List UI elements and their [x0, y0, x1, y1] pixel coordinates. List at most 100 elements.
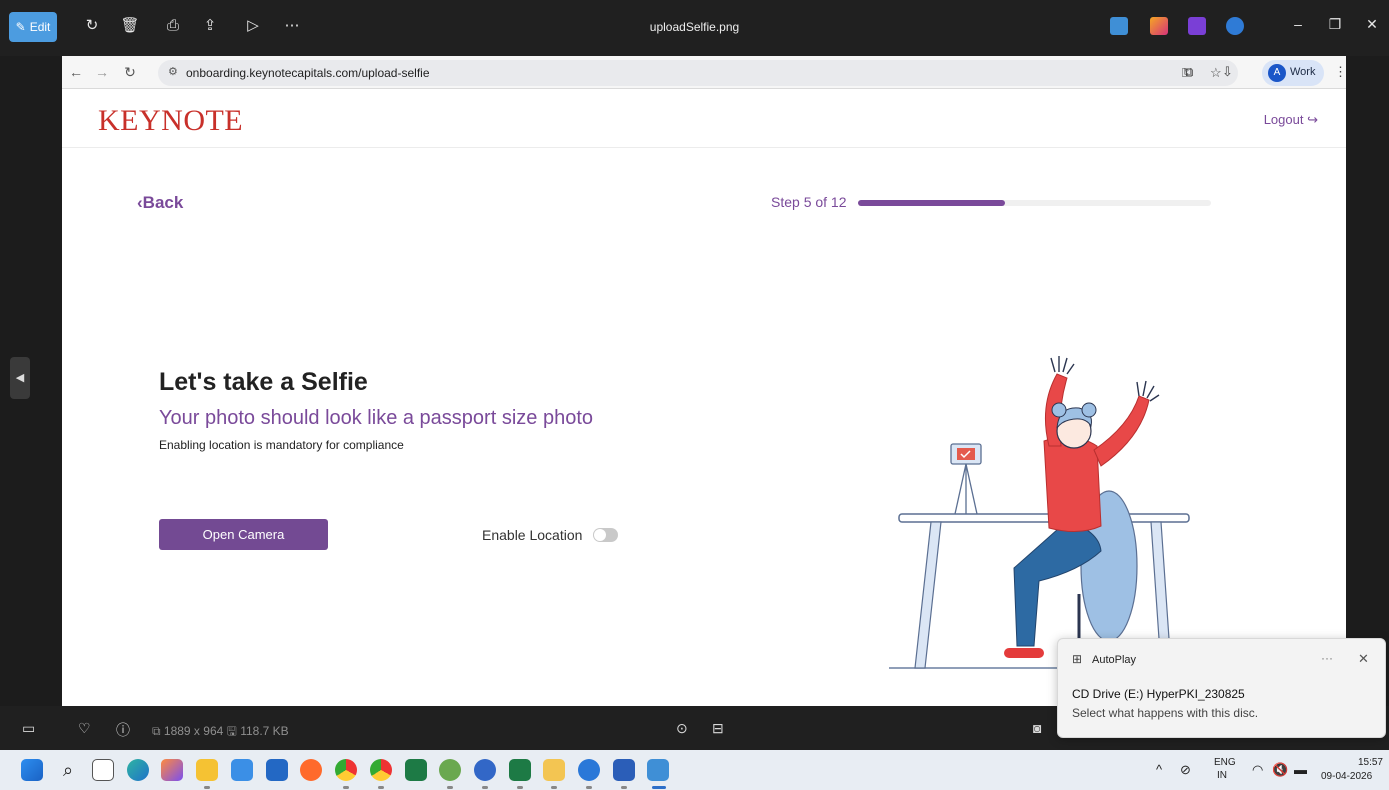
image-dimensions: 1889 x 964 [163, 724, 224, 738]
toast-close-icon[interactable]: ✕ [1358, 651, 1369, 667]
toast-app-name: AutoPlay [1092, 654, 1137, 666]
site-header: KEYNOTE Logout ↪ [62, 90, 1346, 148]
open-camera-button[interactable]: Open Camera [159, 519, 328, 550]
volume-muted-icon[interactable]: 🔇 [1272, 762, 1288, 778]
logout-label: Logout [1263, 112, 1304, 127]
favorite-heart-icon[interactable]: ♡ [78, 720, 91, 737]
language-primary[interactable]: ENG [1214, 757, 1236, 768]
file-explorer-icon[interactable] [196, 759, 218, 781]
logout-link[interactable]: Logout ↪ [1264, 112, 1318, 128]
toggle-knob [594, 529, 606, 541]
autoplay-notification[interactable]: ⊞ AutoPlay ··· ✕ CD Drive (E:) HyperPKI_… [1057, 638, 1386, 738]
minimize-icon[interactable]: – [1288, 16, 1308, 32]
photos-app-icon[interactable] [1110, 17, 1128, 35]
autoplay-icon: ⊞ [1072, 652, 1083, 666]
edge-icon[interactable] [127, 759, 149, 781]
downloads-icon[interactable]: ⇩ [1222, 64, 1233, 80]
clock-date[interactable]: 09-04-2026 [1321, 771, 1372, 782]
address-bar[interactable]: ⚙ onboarding.keynotecapitals.com/upload-… [158, 60, 1238, 86]
toast-body: Select what happens with this disc. [1072, 706, 1259, 720]
running-indicator [551, 786, 557, 789]
zoom-fit-icon[interactable]: ⊙ [676, 720, 688, 737]
profile-button[interactable]: A Work [1262, 60, 1324, 86]
back-link[interactable]: ‹Back [137, 193, 183, 213]
filmstrip-icon[interactable]: ▭ [22, 720, 35, 737]
site-logo[interactable]: KEYNOTE [98, 104, 243, 138]
close-icon[interactable]: ✕ [1362, 16, 1382, 33]
b-app-icon[interactable] [92, 759, 114, 781]
reload-icon[interactable]: ↻ [122, 64, 138, 81]
site-info-icon[interactable]: ⚙ [168, 65, 178, 78]
info-icon[interactable]: ⓘ [116, 720, 130, 740]
browser-window: ← → ↻ ⚙ onboarding.keynotecapitals.com/u… [62, 56, 1346, 706]
location-toggle[interactable] [593, 528, 618, 542]
step-indicator: Step 5 of 12 [771, 194, 847, 210]
running-indicator [621, 786, 627, 789]
excel-icon[interactable] [405, 759, 427, 781]
toast-title: CD Drive (E:) HyperPKI_230825 [1072, 687, 1245, 701]
running-indicator [204, 786, 210, 789]
running-indicator [517, 786, 523, 789]
chevron-up-icon[interactable]: ^ [1156, 762, 1162, 777]
viewer-toolbar: ✎ Edit ↻ 🗑 ⎙ ⇪ ▷ ⋯ uploadSelfie.png – ❐ … [0, 0, 1389, 56]
copilot-icon[interactable] [161, 759, 183, 781]
excel-file-icon[interactable] [509, 759, 531, 781]
app-icon-13[interactable] [474, 759, 496, 781]
store-icon[interactable] [266, 759, 288, 781]
progress-bar [858, 200, 1211, 206]
taskbar: ⌕ ^ ⊘ ENG IN ◠ 🔇 ▬ 15:57 09-04-2026 [0, 750, 1389, 790]
word-icon[interactable] [613, 759, 635, 781]
url-text[interactable]: onboarding.keynotecapitals.com/upload-se… [186, 66, 430, 80]
active-indicator [652, 786, 666, 789]
file-size-icon: 🖫 [226, 724, 241, 738]
running-indicator [447, 786, 453, 789]
enable-location-label: Enable Location [482, 527, 583, 543]
sync-off-icon[interactable]: ⊘ [1180, 762, 1191, 778]
start-icon[interactable] [21, 759, 43, 781]
search-icon[interactable]: ⌕ [57, 759, 79, 781]
app-icon-16[interactable] [578, 759, 600, 781]
chrome-profile-icon[interactable] [370, 759, 392, 781]
language-secondary[interactable]: IN [1217, 770, 1227, 781]
clock-time[interactable]: 15:57 [1351, 757, 1383, 768]
clipchamp-icon[interactable] [1150, 17, 1168, 35]
compliance-note: Enabling location is mandatory for compl… [159, 438, 404, 452]
previous-image-button[interactable]: ◀ [10, 357, 30, 399]
avatar: A [1268, 64, 1286, 82]
image-info: ⧉ 1889 x 964 🖫 118.7 KB [152, 722, 289, 743]
restore-icon[interactable]: ❐ [1325, 16, 1345, 33]
screenshot-icon[interactable]: ◙ [1033, 720, 1041, 736]
wifi-icon[interactable]: ◠ [1252, 762, 1263, 778]
dimensions-icon: ⧉ [152, 724, 164, 738]
file-name: uploadSelfie.png [649, 20, 740, 34]
back-arrow-icon[interactable]: ← [68, 64, 84, 80]
running-indicator [482, 786, 488, 789]
firefox-icon[interactable] [300, 759, 322, 781]
forward-arrow-icon[interactable]: → [94, 64, 110, 80]
text-extract-icon[interactable]: ⊟ [712, 720, 724, 737]
browser-toolbar: ← → ↻ ⚙ onboarding.keynotecapitals.com/u… [62, 56, 1346, 89]
app-icon-12[interactable] [439, 759, 461, 781]
onedrive-icon[interactable] [1226, 17, 1244, 35]
battery-icon[interactable]: ▬ [1294, 762, 1307, 777]
photos-icon[interactable] [647, 759, 669, 781]
progress-fill [858, 200, 1006, 206]
app-icon-15[interactable] [543, 759, 565, 781]
bookmark-star-icon[interactable]: ☆ [1210, 65, 1222, 81]
page-subtitle: Your photo should look like a passport s… [159, 407, 593, 429]
running-indicator [586, 786, 592, 789]
back-label: Back [142, 193, 184, 212]
more-options-icon[interactable]: ··· [1321, 651, 1333, 665]
page-title: Let's take a Selfie [159, 368, 368, 396]
profile-label: Work [1290, 66, 1316, 78]
file-size: 118.7 KB [240, 724, 289, 738]
running-indicator [378, 786, 384, 789]
selfie-illustration [889, 356, 1199, 669]
chrome-icon[interactable] [335, 759, 357, 781]
extensions-icon[interactable]: ⧉ [1184, 64, 1193, 80]
app-icon-6[interactable] [231, 759, 253, 781]
running-indicator [343, 786, 349, 789]
video-editor-icon[interactable] [1188, 17, 1206, 35]
menu-icon[interactable]: ⋮ [1334, 64, 1346, 80]
logout-icon: ↪ [1307, 112, 1318, 127]
